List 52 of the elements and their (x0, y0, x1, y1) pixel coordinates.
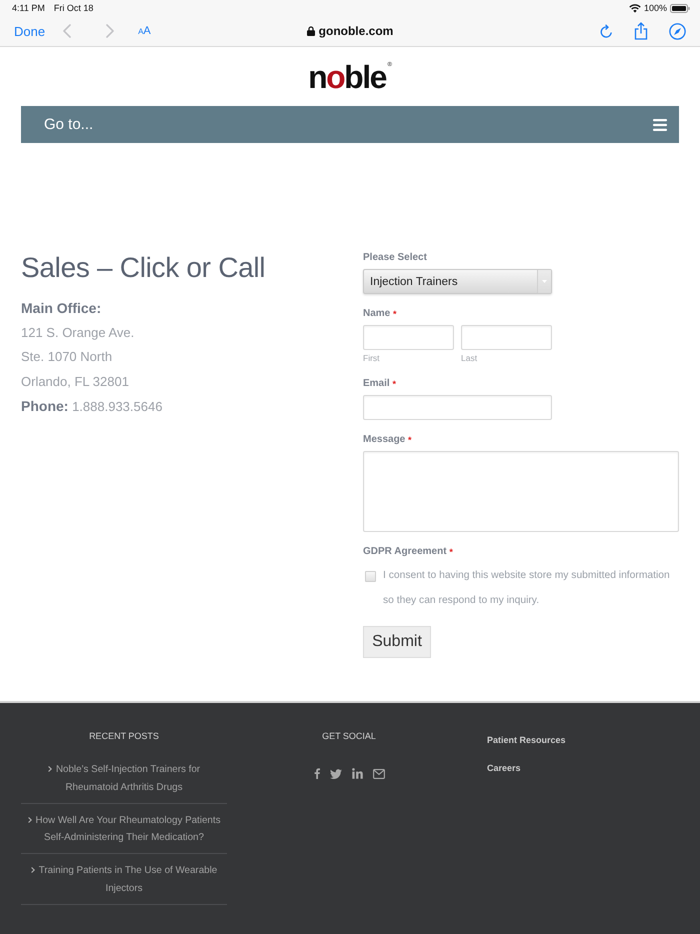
message-field[interactable] (363, 451, 679, 532)
done-button[interactable]: Done (14, 24, 46, 38)
input-field[interactable] (363, 325, 454, 350)
address-line: Ste. 1070 North (21, 348, 114, 366)
nav-menu-label[interactable]: Go to... (44, 116, 94, 133)
mail-icon[interactable] (372, 768, 384, 778)
field-label: Name * (363, 307, 398, 321)
input-field[interactable] (461, 325, 552, 350)
submit-button[interactable]: Submit (363, 626, 431, 658)
address-heading: Main Office: (21, 299, 102, 318)
linkedin-icon[interactable] (352, 768, 362, 779)
text-size-button[interactable]: AA (138, 25, 151, 37)
consent-checkbox[interactable] (365, 571, 376, 582)
post-link[interactable]: Training Patients in The Use of Wearable Injectors (21, 862, 227, 897)
twitter-icon[interactable] (330, 768, 342, 778)
field-caption: Last (461, 352, 478, 364)
battery-icon (670, 4, 690, 12)
caret-icon (537, 270, 551, 293)
footer-heading: RECENT POSTS (88, 731, 160, 741)
input-field[interactable] (363, 395, 552, 420)
field-label: Message * (363, 433, 413, 447)
footer-heading: GET SOCIAL (321, 731, 377, 741)
footer-link[interactable]: Patient Resources (487, 734, 566, 746)
field-label: Email * (363, 377, 397, 391)
chevron-icon (48, 766, 52, 772)
reload-icon[interactable] (600, 24, 613, 38)
share-icon[interactable] (634, 22, 648, 40)
post-link[interactable]: Noble’s Self-Injection Trainers for Rheumatoid Arthritis Drugs (21, 761, 227, 796)
lock-icon (306, 26, 315, 36)
facebook-icon[interactable] (314, 768, 320, 779)
post-link[interactable]: How Well Are Your Rheumatology Patients Self-Administering Their Medication? (21, 812, 227, 846)
battery-percent: 100% (644, 3, 667, 13)
wifi-icon (628, 4, 641, 12)
page-heading: Sales – Click or Call (21, 251, 266, 285)
chevron-icon (28, 816, 32, 822)
field-label: Please Select (363, 251, 428, 265)
menu-icon[interactable] (653, 118, 667, 130)
field-caption: First (363, 352, 380, 364)
nav-bar[interactable]: Go to... (21, 106, 679, 143)
address-line: 121 S. Orange Ave. (21, 324, 136, 342)
address-line: Phone: 1.888.933.5646 (21, 397, 164, 416)
url-text[interactable]: gonoble.com (318, 24, 394, 38)
product-select[interactable]: Injection Trainers (363, 269, 552, 294)
field-label: GDPR Agreement * (363, 545, 454, 559)
address-line: Orlando, FL 32801 (21, 372, 130, 391)
status-date: Fri Oct 18 (54, 3, 94, 13)
status-time: 4:11 PM (12, 3, 45, 13)
consent-text: I consent to having this website store my submitted information so they can respond to my inquiry. (383, 569, 671, 608)
site-logo[interactable]: noble$^{®}$ (308, 60, 392, 92)
compass-icon[interactable] (669, 22, 686, 40)
footer-link[interactable]: Careers (487, 762, 521, 774)
chevron-icon (30, 867, 35, 873)
